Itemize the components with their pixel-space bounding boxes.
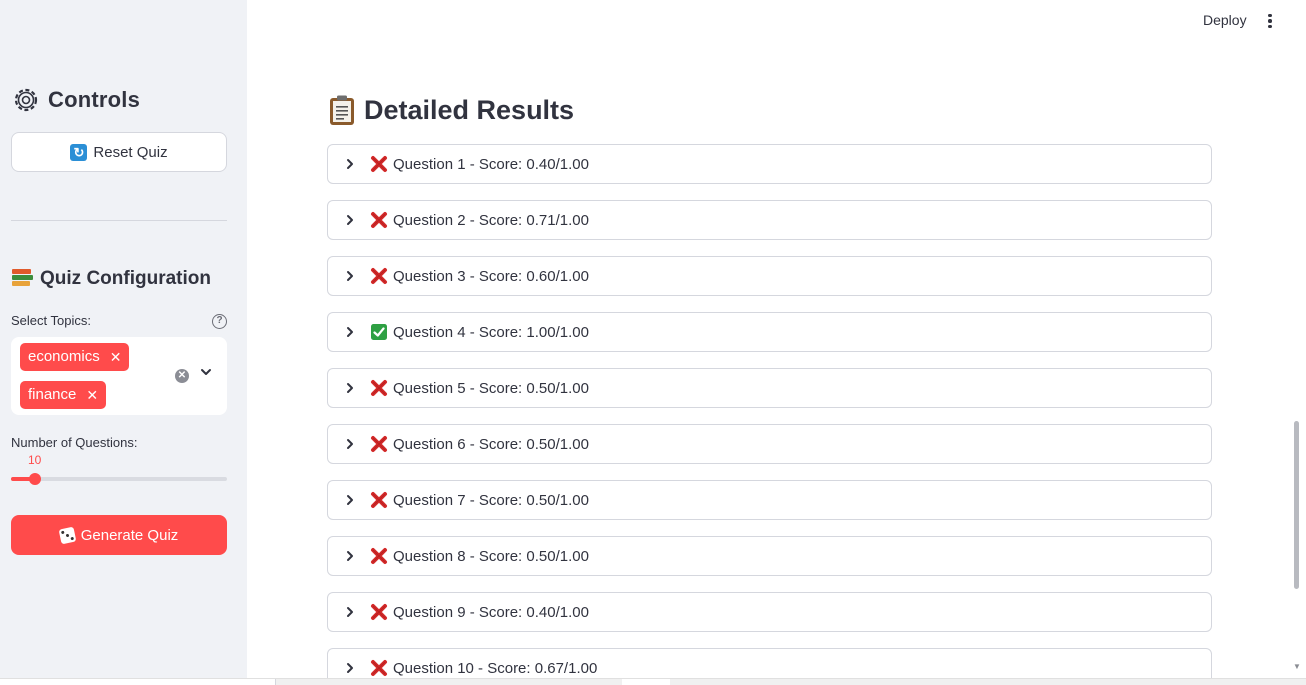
result-label: Question 5 - Score: 0.50/1.00	[393, 380, 589, 397]
chevron-right-icon	[347, 327, 353, 337]
result-label: Question 4 - Score: 1.00/1.00	[393, 324, 589, 341]
cross-icon	[371, 604, 387, 620]
result-label: Question 7 - Score: 0.50/1.00	[393, 492, 589, 509]
result-expander[interactable]: Question 3 - Score: 0.60/1.00	[327, 256, 1212, 296]
topic-chip-label: economics	[28, 348, 100, 365]
quiz-config-heading: Quiz Configuration	[12, 268, 211, 290]
scroll-down-icon[interactable]: ▼	[1293, 662, 1301, 671]
result-label: Question 6 - Score: 0.50/1.00	[393, 436, 589, 453]
clipboard-icon	[330, 95, 354, 125]
books-icon	[12, 269, 33, 289]
controls-title: Controls	[48, 87, 141, 112]
select-topics-label: Select Topics:	[11, 313, 91, 328]
check-icon	[371, 324, 387, 340]
cross-icon	[371, 436, 387, 452]
remove-chip-icon[interactable]: ✕	[86, 381, 98, 409]
cross-icon	[371, 212, 387, 228]
num-questions-value: 10	[28, 453, 42, 467]
chevron-right-icon	[347, 159, 353, 169]
chevron-right-icon	[347, 271, 353, 281]
chevron-right-icon	[347, 439, 353, 449]
cross-icon	[371, 268, 387, 284]
vertical-scrollbar[interactable]	[1294, 421, 1299, 589]
quiz-config-title: Quiz Configuration	[40, 268, 211, 289]
result-label: Question 8 - Score: 0.50/1.00	[393, 548, 589, 565]
gear-icon	[14, 88, 38, 112]
refresh-icon: ↻	[70, 143, 88, 161]
result-label: Question 10 - Score: 0.67/1.00	[393, 660, 598, 677]
reset-quiz-button[interactable]: ↻ Reset Quiz	[11, 132, 227, 172]
generate-quiz-button[interactable]: Generate Quiz	[11, 515, 227, 555]
page-title: Detailed Results	[364, 94, 575, 125]
cross-icon	[371, 380, 387, 396]
result-expander[interactable]: Question 9 - Score: 0.40/1.00	[327, 592, 1212, 632]
num-questions-slider[interactable]	[11, 473, 227, 485]
result-expander[interactable]: Question 7 - Score: 0.50/1.00	[327, 480, 1212, 520]
chevron-right-icon	[347, 383, 353, 393]
result-expander[interactable]: Question 4 - Score: 1.00/1.00	[327, 312, 1212, 352]
result-expander[interactable]: Question 1 - Score: 0.40/1.00	[327, 144, 1212, 184]
result-label: Question 9 - Score: 0.40/1.00	[393, 604, 589, 621]
controls-heading: Controls	[12, 86, 140, 114]
chevron-right-icon	[347, 663, 353, 673]
topic-chip-label: finance	[28, 386, 77, 403]
deploy-button[interactable]: Deploy	[1203, 12, 1247, 28]
reset-quiz-label: Reset Quiz	[93, 143, 168, 161]
slider-thumb[interactable]	[29, 473, 41, 485]
chevron-right-icon	[347, 607, 353, 617]
help-icon[interactable]: ?	[212, 314, 227, 329]
result-expander[interactable]: Question 6 - Score: 0.50/1.00	[327, 424, 1212, 464]
result-label: Question 2 - Score: 0.71/1.00	[393, 212, 589, 229]
cross-icon	[371, 548, 387, 564]
chevron-down-icon[interactable]	[200, 366, 212, 378]
chevron-right-icon	[347, 215, 353, 225]
cross-icon	[371, 492, 387, 508]
remove-chip-icon[interactable]: ✕	[110, 343, 122, 371]
num-questions-label: Number of Questions:	[11, 435, 138, 450]
topic-chip-finance: finance ✕	[20, 381, 107, 409]
detailed-results-heading: Detailed Results	[328, 94, 574, 126]
result-expander[interactable]: Question 8 - Score: 0.50/1.00	[327, 536, 1212, 576]
sidebar: Controls ↻ Reset Quiz Quiz Configuration…	[0, 0, 247, 685]
more-menu-icon[interactable]	[1262, 12, 1278, 30]
clear-all-icon[interactable]: ✕	[175, 369, 189, 383]
result-label: Question 3 - Score: 0.60/1.00	[393, 268, 589, 285]
chevron-right-icon	[347, 495, 353, 505]
cross-icon	[371, 660, 387, 676]
result-expander[interactable]: Question 2 - Score: 0.71/1.00	[327, 200, 1212, 240]
result-label: Question 1 - Score: 0.40/1.00	[393, 156, 589, 173]
chevron-right-icon	[347, 551, 353, 561]
horizontal-scrollbar[interactable]	[0, 678, 1306, 685]
sidebar-divider	[11, 220, 227, 221]
generate-quiz-label: Generate Quiz	[80, 526, 179, 544]
dice-icon	[58, 526, 77, 544]
result-expander[interactable]: Question 5 - Score: 0.50/1.00	[327, 368, 1212, 408]
topic-chip-economics: economics ✕	[20, 343, 130, 371]
topics-multiselect[interactable]: economics ✕ finance ✕ ✕	[11, 337, 227, 415]
cross-icon	[371, 156, 387, 172]
